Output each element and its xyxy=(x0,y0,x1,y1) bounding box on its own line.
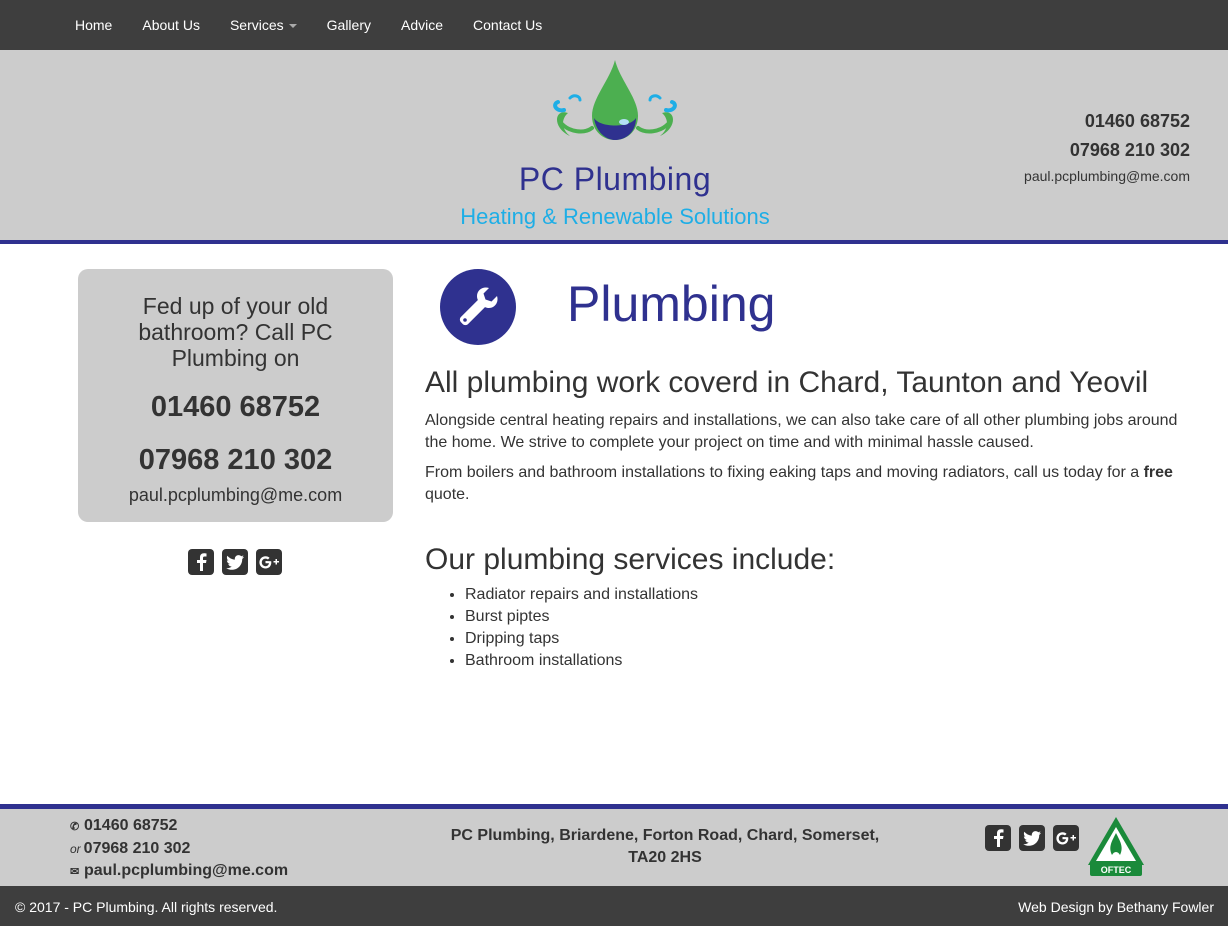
footer-phone-1[interactable]: 01460 68752 xyxy=(84,817,177,834)
header-email[interactable]: paul.pcplumbing@me.com xyxy=(1024,165,1190,187)
google-plus-icon[interactable] xyxy=(256,549,282,575)
list-item: Bathroom installations xyxy=(465,650,1195,672)
nav-item-advice[interactable]: Advice xyxy=(386,17,458,33)
call-box-phone-2[interactable]: 07968 210 302 xyxy=(78,444,393,477)
main-content: All plumbing work coverd in Chard, Taunt… xyxy=(425,364,1195,672)
address-line-1: PC Plumbing, Briardene, Forton Road, Cha… xyxy=(450,827,880,844)
page-title: Plumbing xyxy=(567,276,776,332)
footer-email-row: ✉ paul.pcplumbing@me.com xyxy=(70,860,288,883)
site-footer: ✆ 01460 68752 or 07968 210 302 ✉ paul.pcplu… xyxy=(0,804,1228,886)
header-phone-2[interactable]: 07968 210 302 xyxy=(1024,136,1190,165)
top-nav: Home About Us Services Gallery Advice Co… xyxy=(0,0,1228,50)
site-header: PC Plumbing Heating & Renewable Solution… xyxy=(0,50,1228,244)
twitter-icon[interactable] xyxy=(1019,825,1045,851)
site-logo[interactable]: PC Plumbing Heating & Renewable Solution… xyxy=(455,58,775,238)
facebook-icon[interactable] xyxy=(188,549,214,575)
nav-item-contact-us[interactable]: Contact Us xyxy=(458,17,557,33)
footer-phone-2[interactable]: 07968 210 302 xyxy=(84,840,191,857)
nav-item-services[interactable]: Services xyxy=(215,17,312,33)
copyright-text: © 2017 - PC Plumbing. All rights reserve… xyxy=(15,899,278,915)
envelope-icon: ✉ xyxy=(70,866,80,878)
footer-address: PC Plumbing, Briardene, Forton Road, Cha… xyxy=(445,825,885,869)
phone-icon: ✆ xyxy=(70,821,80,833)
bottom-bar: © 2017 - PC Plumbing. All rights reserve… xyxy=(0,886,1228,926)
call-box: Fed up of your old bathroom? Call PC Plu… xyxy=(78,269,393,522)
nav-item-home[interactable]: Home xyxy=(60,17,127,33)
footer-phone-row: ✆ 01460 68752 xyxy=(70,815,288,838)
header-contact: 01460 68752 07968 210 302 paul.pcplumbin… xyxy=(1024,107,1190,187)
logo-subtitle: Heating & Renewable Solutions xyxy=(460,204,770,229)
quote-paragraph: From boilers and bathroom installations … xyxy=(425,462,1195,506)
intro-paragraph: Alongside central heating repairs and in… xyxy=(425,412,1178,451)
facebook-icon[interactable] xyxy=(985,825,1011,851)
oftec-badge-label: OFTEC xyxy=(1101,865,1132,875)
oftec-badge-icon: OFTEC xyxy=(1088,817,1144,876)
call-box-phone-1[interactable]: 01460 68752 xyxy=(78,391,393,424)
chevron-down-icon xyxy=(288,24,297,29)
nav-list: Home About Us Services Gallery Advice Co… xyxy=(60,0,557,50)
wrench-icon xyxy=(440,269,516,345)
nav-item-services-label: Services xyxy=(229,17,284,33)
address-line-2: TA20 2HS xyxy=(628,849,702,866)
footer-social-links xyxy=(985,825,1079,851)
list-item: Radiator repairs and installations xyxy=(465,584,1195,606)
web-design-credit[interactable]: Web Design by Bethany Fowler xyxy=(1018,899,1214,915)
services-heading: Our plumbing services include: xyxy=(425,543,836,576)
footer-contact: ✆ 01460 68752 or 07968 210 302 ✉ paul.pcplu… xyxy=(70,815,288,883)
or-label: or xyxy=(70,842,81,856)
services-list: Radiator repairs and installations Burst… xyxy=(425,584,1195,672)
footer-phone-row-2: or 07968 210 302 xyxy=(70,838,288,860)
quote-text-bold: free xyxy=(1143,464,1173,481)
list-item: Dripping taps xyxy=(465,628,1195,650)
logo-title: PC Plumbing xyxy=(518,161,712,197)
list-item: Burst piptes xyxy=(465,606,1195,628)
google-plus-icon[interactable] xyxy=(1053,825,1079,851)
sidebar-social-links xyxy=(188,549,282,575)
quote-text-before: From boilers and bathroom installations … xyxy=(425,464,1144,481)
header-phone-1[interactable]: 01460 68752 xyxy=(1024,107,1190,136)
water-drop-logo-icon xyxy=(553,60,677,140)
main-heading: All plumbing work coverd in Chard, Taunt… xyxy=(425,366,1149,399)
quote-text-after: quote. xyxy=(425,486,470,503)
nav-item-gallery[interactable]: Gallery xyxy=(312,17,386,33)
footer-email[interactable]: paul.pcplumbing@me.com xyxy=(84,862,288,879)
call-box-lead: Fed up of your old bathroom? Call PC Plu… xyxy=(138,293,333,371)
nav-item-about-us[interactable]: About Us xyxy=(127,17,215,33)
twitter-icon[interactable] xyxy=(222,549,248,575)
call-box-email[interactable]: paul.pcplumbing@me.com xyxy=(78,485,393,506)
